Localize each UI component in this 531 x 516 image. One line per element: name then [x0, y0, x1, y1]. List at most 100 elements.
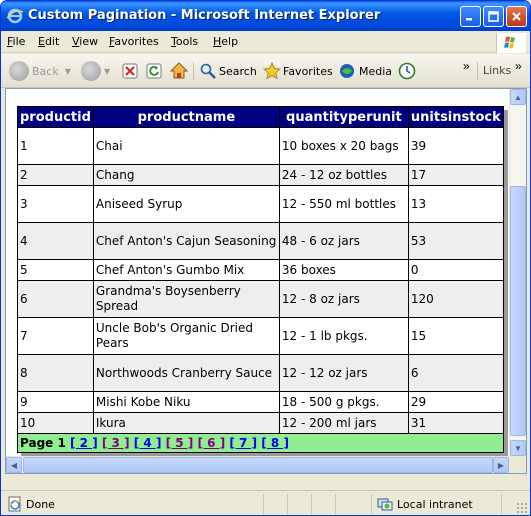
menu-help[interactable]: Help	[213, 35, 238, 48]
cell-productid: 10	[17, 412, 94, 434]
page-done-icon	[8, 496, 22, 512]
forward-dropdown-icon: ▼	[104, 66, 111, 76]
page-link-8[interactable]: [ 8 ]	[261, 436, 289, 450]
minimize-button[interactable]	[460, 6, 481, 27]
cell-quantityperunit: 24 - 12 oz bottles	[278, 164, 409, 186]
menu-edit[interactable]: Edit	[38, 35, 59, 48]
cell-productname: Mishi Kobe Niku	[92, 391, 280, 413]
cell-productname: Ikura	[92, 412, 280, 434]
stop-icon	[122, 63, 138, 79]
menu-tools[interactable]: Tools	[171, 35, 198, 48]
page-link-2[interactable]: [ 2 ]	[70, 436, 98, 450]
status-panel-divider	[501, 494, 502, 514]
stop-button[interactable]	[121, 60, 139, 82]
cell-productname: Chef Anton's Gumbo Mix	[92, 259, 280, 281]
page-link-3[interactable]: [ 3 ]	[102, 436, 130, 450]
history-button[interactable]	[397, 60, 417, 82]
cell-unitsinstock: 31	[407, 412, 504, 434]
back-dropdown-icon: ▼	[64, 66, 71, 76]
links-separator	[477, 62, 478, 80]
menu-file[interactable]: File	[7, 35, 25, 48]
menu-favorites[interactable]: Favorites	[109, 35, 159, 48]
table-row: 4 Chef Anton's Cajun Seasoning 48 - 6 oz…	[17, 222, 504, 260]
cell-quantityperunit: 10 boxes x 20 bags	[278, 127, 409, 165]
minimize-icon	[466, 18, 472, 21]
page-link-4[interactable]: [ 4 ]	[134, 436, 162, 450]
back-button[interactable]: Back ▼	[9, 60, 71, 82]
scrollbar-corner	[509, 456, 526, 473]
resize-grip[interactable]	[516, 502, 528, 514]
cell-quantityperunit: 12 - 1 lb pkgs.	[278, 317, 409, 355]
cell-productname: Aniseed Syrup	[92, 185, 280, 223]
cell-quantityperunit: 18 - 500 g pkgs.	[278, 391, 409, 413]
cell-productid: 2	[17, 164, 94, 186]
scroll-right-button[interactable]: ▶	[493, 457, 509, 473]
favorites-star-icon	[263, 62, 281, 80]
back-label: Back	[32, 64, 59, 78]
maximize-button[interactable]	[483, 6, 504, 27]
cell-unitsinstock: 0	[407, 259, 504, 281]
horizontal-scroll-thumb[interactable]	[23, 457, 493, 473]
ie-logo-icon	[7, 8, 23, 24]
status-panel-divider	[335, 494, 336, 514]
cell-productname: Chai	[92, 127, 280, 165]
toolbar-overflow-chevron[interactable]: »	[463, 59, 470, 73]
search-button[interactable]: Search	[199, 60, 257, 82]
cell-productname: Chang	[92, 164, 280, 186]
windows-flag-icon	[504, 36, 515, 49]
forward-button[interactable]: ▼	[81, 60, 110, 82]
status-panel-divider	[311, 494, 312, 514]
toolbar-separator	[193, 62, 194, 80]
cell-productname: Grandma's Boysenberry Spread	[92, 280, 280, 318]
cell-quantityperunit: 12 - 8 oz jars	[278, 280, 409, 318]
home-icon	[169, 62, 189, 79]
favorites-button[interactable]: Favorites	[263, 60, 333, 82]
page-link-6[interactable]: [ 6 ]	[198, 436, 226, 450]
scroll-left-button[interactable]: ◀	[6, 457, 22, 473]
vertical-scrollbar[interactable]: ▲ ▼	[509, 89, 526, 456]
scroll-down-button[interactable]: ▼	[510, 440, 526, 456]
pager-cell: Page 1 [ 2 ] [ 3 ] [ 4 ] [ 5 ] [ 6 ] [ 7…	[17, 433, 504, 453]
cell-unitsinstock: 15	[407, 317, 504, 355]
table-row: 8 Northwoods Cranberry Sauce 12 - 12 oz …	[17, 354, 504, 392]
cell-quantityperunit: 12 - 550 ml bottles	[278, 185, 409, 223]
refresh-button[interactable]	[145, 60, 163, 82]
page-link-5[interactable]: [ 5 ]	[166, 436, 194, 450]
page-link-7[interactable]: [ 7 ]	[229, 436, 257, 450]
column-header-quantityperunit: quantityperunit	[278, 106, 409, 128]
media-icon	[340, 64, 354, 78]
cell-quantityperunit: 12 - 200 ml jars	[278, 412, 409, 434]
home-button[interactable]	[169, 60, 189, 82]
page-viewport: productid productname quantityperunit un…	[5, 88, 527, 474]
cell-unitsinstock: 17	[407, 164, 504, 186]
favorites-label: Favorites	[283, 64, 333, 78]
links-overflow-chevron[interactable]: »	[515, 59, 522, 73]
grid-header-row: productid productname quantityperunit un…	[17, 106, 504, 128]
zone-text: Local intranet	[397, 498, 473, 511]
cell-unitsinstock: 29	[407, 391, 504, 413]
cell-productid: 1	[17, 127, 94, 165]
title-bar: Custom Pagination - Microsoft Internet E…	[1, 1, 530, 31]
media-button[interactable]: Media	[338, 60, 392, 82]
cell-productname: Northwoods Cranberry Sauce	[92, 354, 280, 392]
cell-unitsinstock: 39	[407, 127, 504, 165]
scroll-down-icon: ▼	[514, 443, 522, 453]
table-row: 2 Chang 24 - 12 oz bottles 17	[17, 164, 504, 186]
scroll-up-button[interactable]: ▲	[510, 89, 526, 105]
table-row: 9 Mishi Kobe Niku 18 - 500 g pkgs. 29	[17, 391, 504, 413]
scroll-left-icon: ◀	[10, 460, 18, 470]
column-header-productid: productid	[17, 106, 94, 128]
cell-productname: Chef Anton's Cajun Seasoning	[92, 222, 280, 260]
status-panel-divider	[263, 494, 264, 514]
table-row: 5 Chef Anton's Gumbo Mix 36 boxes 0	[17, 259, 504, 281]
table-row: 3 Aniseed Syrup 12 - 550 ml bottles 13	[17, 185, 504, 223]
close-button[interactable]	[506, 6, 527, 27]
forward-arrow-icon	[81, 61, 101, 81]
vertical-scroll-thumb[interactable]	[510, 186, 526, 436]
menu-view[interactable]: View	[72, 35, 98, 48]
current-page-label: Page 1	[20, 435, 66, 450]
cell-unitsinstock: 6	[407, 354, 504, 392]
links-bar-label[interactable]: Links	[483, 64, 511, 77]
horizontal-scrollbar[interactable]: ◀ ▶	[6, 456, 509, 473]
history-icon	[398, 62, 416, 80]
